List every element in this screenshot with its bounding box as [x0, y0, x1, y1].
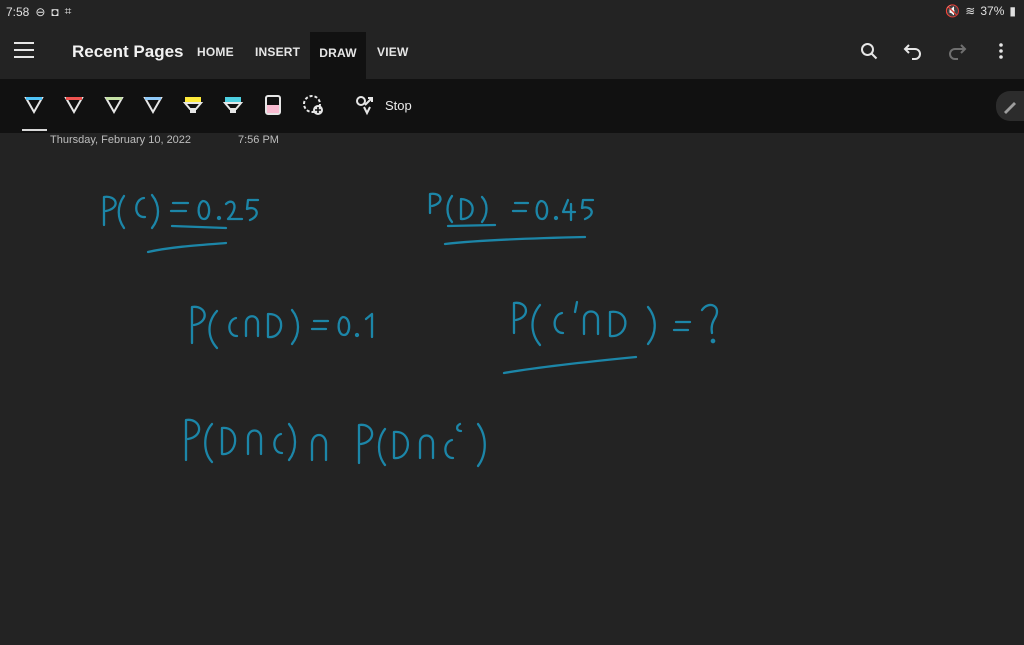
ink-line-2: [428, 192, 595, 246]
pen-red-icon[interactable]: [62, 93, 86, 117]
ink-line-1: [102, 193, 260, 254]
highlighter-pink-icon[interactable]: [261, 93, 285, 117]
page-time: 7:56 PM: [238, 134, 279, 146]
undo-icon[interactable]: [902, 40, 924, 62]
screen-record-icon: ⌗: [64, 4, 72, 18]
lasso-add-icon[interactable]: [301, 93, 325, 117]
draw-toolbar: Stop: [0, 79, 1024, 133]
highlighter-cyan-icon[interactable]: [221, 93, 245, 117]
status-bar: 7:58 ⊖ ◘ ⌗ 🔇 ≋ 37% ▮: [0, 0, 1024, 24]
battery-icon: ▮: [1009, 4, 1016, 18]
stop-button[interactable]: Stop: [385, 98, 412, 113]
menu-icon[interactable]: [14, 42, 34, 58]
page-title[interactable]: Recent Pages: [72, 42, 184, 62]
ink-line-3: [190, 305, 374, 350]
clock: 7:58: [6, 4, 30, 19]
tab-insert[interactable]: INSERT: [255, 45, 300, 59]
more-options-icon[interactable]: [990, 40, 1012, 62]
ink-line-4: [502, 300, 719, 375]
ink-replay-icon[interactable]: [353, 93, 377, 117]
app-bar: Recent Pages HOME INSERT DRAW VIEW: [0, 24, 1024, 79]
ink-line-5: [184, 418, 486, 468]
pen-cyan-icon[interactable]: [22, 93, 46, 117]
tab-view[interactable]: VIEW: [377, 45, 408, 59]
active-tool-indicator: [22, 129, 47, 131]
mute-icon: 🔇: [945, 4, 961, 18]
search-icon[interactable]: [858, 40, 880, 62]
notification-icon: ◘: [51, 4, 59, 19]
dnd-icon: ⊖: [35, 4, 46, 19]
battery-percent: 37%: [980, 4, 1005, 18]
pen-blue-icon[interactable]: [141, 93, 165, 117]
tab-draw[interactable]: DRAW: [310, 32, 366, 79]
wifi-icon: ≋: [965, 4, 976, 18]
ink-strokes: [102, 192, 719, 468]
tab-home[interactable]: HOME: [197, 45, 234, 59]
highlighter-yellow-icon[interactable]: [181, 93, 205, 117]
pencil-icon[interactable]: [996, 91, 1024, 121]
ink-canvas[interactable]: [0, 150, 1024, 640]
page-date: Thursday, February 10, 2022: [50, 134, 192, 146]
redo-icon[interactable]: [946, 40, 968, 62]
pen-green-icon[interactable]: [102, 93, 126, 117]
